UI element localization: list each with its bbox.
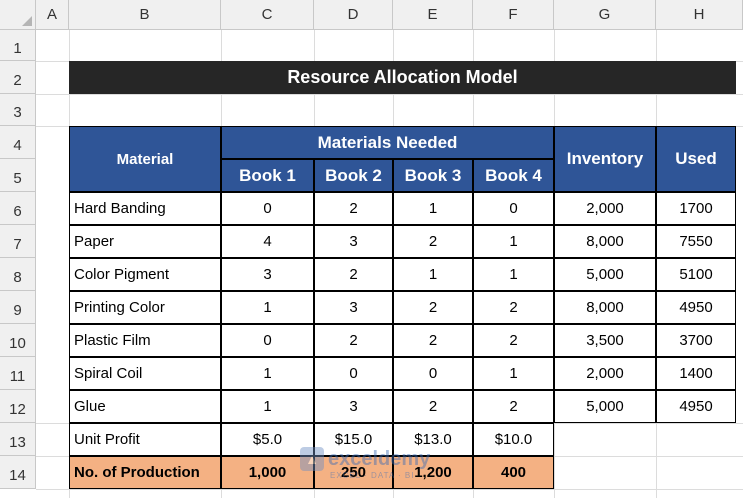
table-cell-material[interactable]: Hard Banding: [69, 192, 221, 225]
table-cell-b1[interactable]: 1: [221, 357, 314, 390]
table-cell-inventory[interactable]: 2,000: [554, 357, 656, 390]
row-header-9[interactable]: 9: [0, 291, 36, 324]
column-header-f[interactable]: F: [473, 0, 554, 30]
table-cell-material[interactable]: Printing Color: [69, 291, 221, 324]
table-cell-inventory[interactable]: 3,500: [554, 324, 656, 357]
gridline: [36, 489, 743, 490]
column-header-a[interactable]: A: [36, 0, 69, 30]
table-cell-b4[interactable]: 1: [473, 357, 554, 390]
table-cell-inventory[interactable]: 2,000: [554, 192, 656, 225]
row-header-3[interactable]: 3: [0, 94, 36, 126]
column-header-h[interactable]: H: [656, 0, 743, 30]
header-book-4[interactable]: Book 4: [473, 159, 554, 192]
header-materials-needed[interactable]: Materials Needed: [221, 126, 554, 159]
table-cell-used[interactable]: 5100: [656, 258, 736, 291]
table-cell-inventory[interactable]: 5,000: [554, 390, 656, 423]
row-header-11[interactable]: 11: [0, 357, 36, 390]
row-header-7[interactable]: 7: [0, 225, 36, 258]
unit-profit-label[interactable]: Unit Profit: [69, 423, 221, 456]
header-used[interactable]: Used: [656, 126, 736, 192]
table-cell-b1[interactable]: 1: [221, 390, 314, 423]
table-cell-b2[interactable]: 2: [314, 324, 393, 357]
gridline: [36, 94, 743, 95]
header-book-2[interactable]: Book 2: [314, 159, 393, 192]
table-cell-b4[interactable]: 1: [473, 258, 554, 291]
table-cell-used[interactable]: 1400: [656, 357, 736, 390]
table-cell-b3[interactable]: 0: [393, 357, 473, 390]
unit-profit-book-4[interactable]: $10.0: [473, 423, 554, 456]
table-cell-b3[interactable]: 2: [393, 225, 473, 258]
table-cell-inventory[interactable]: 8,000: [554, 225, 656, 258]
table-cell-b3[interactable]: 2: [393, 390, 473, 423]
table-cell-b3[interactable]: 1: [393, 192, 473, 225]
production-label[interactable]: No. of Production: [69, 456, 221, 489]
table-cell-b1[interactable]: 3: [221, 258, 314, 291]
unit-profit-book-1[interactable]: $5.0: [221, 423, 314, 456]
row-header-4[interactable]: 4: [0, 126, 36, 159]
table-cell-b4[interactable]: 0: [473, 192, 554, 225]
row-header-12[interactable]: 12: [0, 390, 36, 423]
table-cell-inventory[interactable]: 8,000: [554, 291, 656, 324]
header-book-1[interactable]: Book 1: [221, 159, 314, 192]
production-book-2[interactable]: 250: [314, 456, 393, 489]
table-cell-material[interactable]: Plastic Film: [69, 324, 221, 357]
row-header-5[interactable]: 5: [0, 159, 36, 192]
production-book-4[interactable]: 400: [473, 456, 554, 489]
table-cell-used[interactable]: 1700: [656, 192, 736, 225]
row-header-10[interactable]: 10: [0, 324, 36, 357]
row-header-13[interactable]: 13: [0, 423, 36, 456]
table-cell-b4[interactable]: 2: [473, 324, 554, 357]
table-cell-used[interactable]: 3700: [656, 324, 736, 357]
column-header-b[interactable]: B: [69, 0, 221, 30]
header-material[interactable]: Material: [69, 126, 221, 192]
unit-profit-book-3[interactable]: $13.0: [393, 423, 473, 456]
column-header-e[interactable]: E: [393, 0, 473, 30]
production-book-1[interactable]: 1,000: [221, 456, 314, 489]
table-cell-used[interactable]: 4950: [656, 390, 736, 423]
table-cell-material[interactable]: Glue: [69, 390, 221, 423]
table-cell-b2[interactable]: 2: [314, 258, 393, 291]
table-cell-b2[interactable]: 3: [314, 291, 393, 324]
table-cell-used[interactable]: 7550: [656, 225, 736, 258]
table-cell-material[interactable]: Paper: [69, 225, 221, 258]
table-cell-b2[interactable]: 3: [314, 390, 393, 423]
table-cell-b4[interactable]: 2: [473, 291, 554, 324]
header-book-3[interactable]: Book 3: [393, 159, 473, 192]
column-header-c[interactable]: C: [221, 0, 314, 30]
table-cell-b4[interactable]: 1: [473, 225, 554, 258]
table-cell-b1[interactable]: 1: [221, 291, 314, 324]
production-book-3[interactable]: 1,200: [393, 456, 473, 489]
row-header-8[interactable]: 8: [0, 258, 36, 291]
table-cell-b1[interactable]: 4: [221, 225, 314, 258]
row-header-1[interactable]: 1: [0, 30, 36, 61]
row-header-6[interactable]: 6: [0, 192, 36, 225]
table-cell-b1[interactable]: 0: [221, 324, 314, 357]
unit-profit-book-2[interactable]: $15.0: [314, 423, 393, 456]
table-cell-b3[interactable]: 1: [393, 258, 473, 291]
row-header-14[interactable]: 14: [0, 456, 36, 489]
table-cell-inventory[interactable]: 5,000: [554, 258, 656, 291]
table-cell-b3[interactable]: 2: [393, 291, 473, 324]
table-cell-used[interactable]: 4950: [656, 291, 736, 324]
column-header-d[interactable]: D: [314, 0, 393, 30]
page-title[interactable]: Resource Allocation Model: [69, 61, 736, 94]
table-cell-b3[interactable]: 2: [393, 324, 473, 357]
table-cell-b2[interactable]: 2: [314, 192, 393, 225]
column-header-g[interactable]: G: [554, 0, 656, 30]
header-inventory[interactable]: Inventory: [554, 126, 656, 192]
select-all-corner[interactable]: [0, 0, 36, 30]
table-cell-material[interactable]: Color Pigment: [69, 258, 221, 291]
table-cell-b2[interactable]: 0: [314, 357, 393, 390]
table-cell-material[interactable]: Spiral Coil: [69, 357, 221, 390]
table-cell-b4[interactable]: 2: [473, 390, 554, 423]
table-cell-b1[interactable]: 0: [221, 192, 314, 225]
table-cell-b2[interactable]: 3: [314, 225, 393, 258]
row-header-2[interactable]: 2: [0, 61, 36, 94]
